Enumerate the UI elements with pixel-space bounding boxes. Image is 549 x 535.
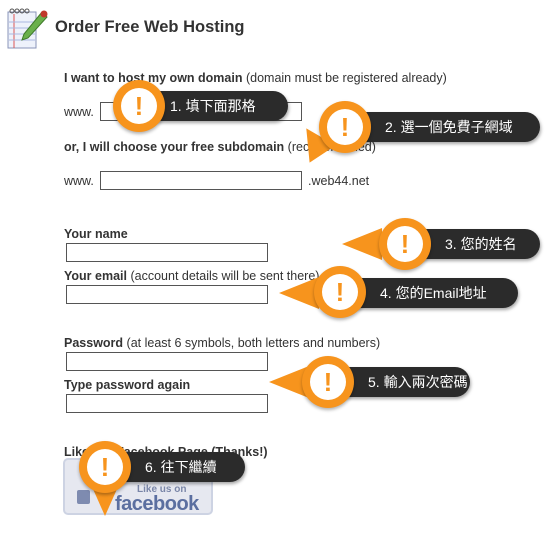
facebook-logo: facebook [115, 493, 199, 515]
www-prefix: www. [64, 174, 94, 188]
password-label: Password (at least 6 symbols, both lette… [64, 336, 381, 350]
exclamation-icon: ! [310, 364, 346, 400]
exclamation-icon: ! [87, 449, 123, 485]
password-again-input[interactable] [66, 394, 268, 413]
password-input[interactable] [66, 352, 268, 371]
www-prefix: www. [64, 105, 94, 119]
name-label: Your name [64, 227, 128, 241]
exclamation-icon: ! [327, 109, 363, 145]
page-title: Order Free Web Hosting [55, 18, 245, 36]
password-again-label: Type password again [64, 378, 191, 392]
callout-text: 2. 選一個免費子網域 [345, 112, 540, 142]
exclamation-icon: ! [387, 226, 423, 262]
own-domain-label: I want to host my own domain (domain mus… [64, 71, 447, 85]
callout-text: 4. 您的Email地址 [340, 278, 518, 308]
exclamation-icon: ! [121, 88, 157, 124]
exclamation-icon: ! [322, 274, 358, 310]
subdomain-suffix: .web44.net [308, 174, 370, 188]
notepad-pencil-icon [7, 8, 48, 49]
email-input[interactable] [66, 285, 268, 304]
name-input[interactable] [66, 243, 268, 262]
subdomain-input[interactable] [100, 171, 302, 190]
